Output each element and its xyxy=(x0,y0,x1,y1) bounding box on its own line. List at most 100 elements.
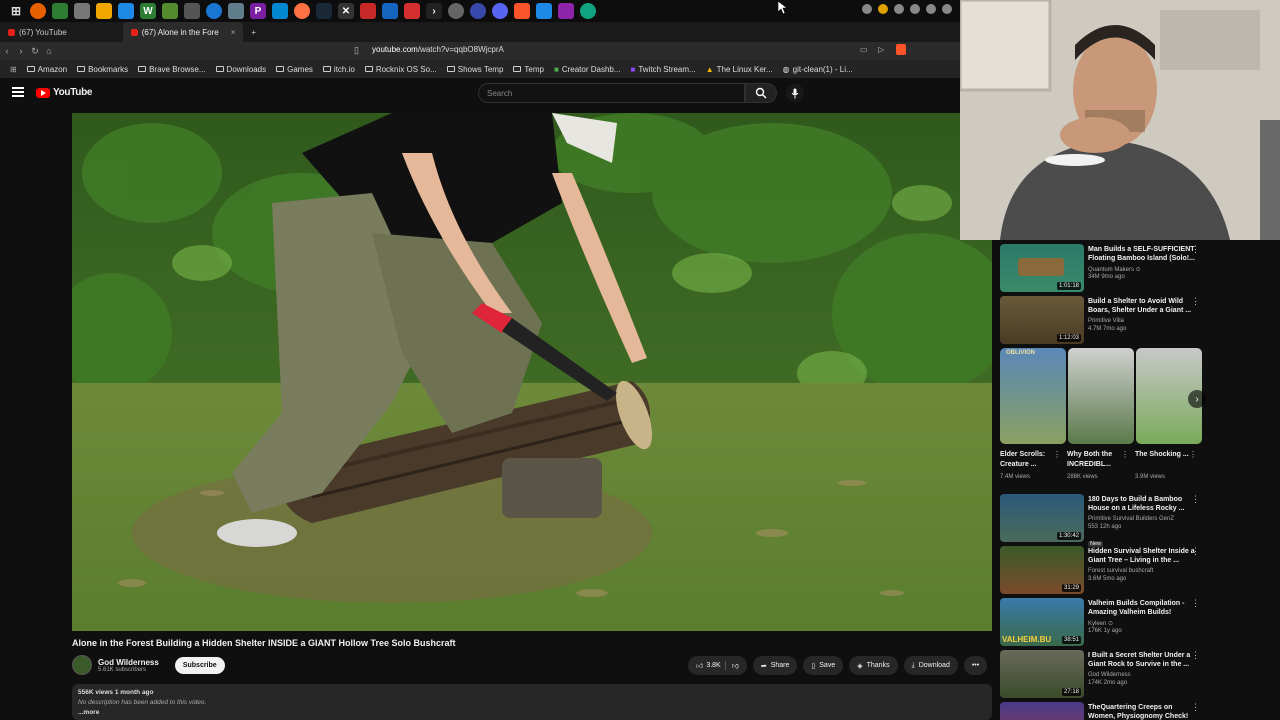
thumbnail[interactable] xyxy=(1000,702,1084,720)
tray-icon[interactable] xyxy=(910,4,920,14)
bookmark-downloads[interactable]: Downloads xyxy=(215,65,266,74)
thanks-button[interactable]: ◈ Thanks xyxy=(849,656,898,675)
dislike-button[interactable]: 👎︎ xyxy=(724,661,739,670)
tray-icon[interactable] xyxy=(926,4,936,14)
more-options-icon[interactable]: ⋮ xyxy=(1121,450,1129,459)
apps-icon[interactable]: ⊞ xyxy=(10,65,17,74)
brave-shield-icon[interactable] xyxy=(896,44,906,55)
tray-icon[interactable] xyxy=(942,4,952,14)
p-app-icon[interactable]: P xyxy=(250,3,266,19)
brave-icon[interactable] xyxy=(514,3,530,19)
more-options-icon[interactable]: ⋮ xyxy=(1189,450,1197,459)
storage-app-icon[interactable] xyxy=(74,3,90,19)
bookmark-games[interactable]: Games xyxy=(276,65,313,74)
recommendation-item[interactable]: 1:30:42 180 Days to Build a Bamboo House… xyxy=(1000,492,1210,547)
bookmark-brave[interactable]: Brave Browse... xyxy=(138,65,206,74)
thumbnail[interactable]: 31:29 xyxy=(1000,546,1084,594)
voice-search-button[interactable] xyxy=(786,84,804,102)
more-options-icon[interactable]: ⋮ xyxy=(1191,244,1200,255)
forward-icon[interactable]: › xyxy=(14,46,28,56)
more-options-icon[interactable]: ⋮ xyxy=(1191,546,1200,557)
cube-app-icon[interactable] xyxy=(162,3,178,19)
bookmark-shows-temp[interactable]: Shows Temp xyxy=(446,65,503,74)
bookmark-creator[interactable]: ■ Creator Dashb... xyxy=(554,65,621,74)
more-actions-button[interactable]: ••• xyxy=(963,656,988,675)
recommendation-item[interactable]: VALHEIM.BU 38:51 Valheim Builds Compilat… xyxy=(1000,596,1210,648)
steam-icon[interactable] xyxy=(316,3,332,19)
recommendation-item[interactable]: 31:29 Hidden Survival Shelter Inside a G… xyxy=(1000,544,1210,596)
recommendation-item[interactable]: 1:12:03 Build a Shelter to Avoid Wild Bo… xyxy=(1000,294,1210,346)
reload-icon[interactable]: ↻ xyxy=(28,46,42,57)
back-icon[interactable]: ‹ xyxy=(0,46,14,56)
more-options-icon[interactable]: ⋮ xyxy=(1191,598,1200,609)
vpn-app-icon[interactable] xyxy=(536,3,552,19)
youtube-logo[interactable]: YouTube xyxy=(36,87,93,98)
video-player[interactable] xyxy=(72,113,992,631)
bookmark-amazon[interactable]: Amazon xyxy=(26,65,67,74)
short-thumbnail[interactable]: OBLIVION xyxy=(1000,348,1066,444)
thumbnail[interactable]: 1:01:18 xyxy=(1000,244,1084,292)
tray-icon[interactable] xyxy=(894,4,904,14)
save-button[interactable]: ▯ Save xyxy=(803,656,844,675)
edge-app-icon[interactable] xyxy=(206,3,222,19)
more-options-icon[interactable]: ⋮ xyxy=(1191,650,1200,661)
orange-app-icon[interactable] xyxy=(294,3,310,19)
shelf-next-button[interactable]: › xyxy=(1188,390,1206,408)
channel-name[interactable]: God Wilderness xyxy=(98,658,159,667)
cast-icon[interactable]: ▭ xyxy=(860,45,868,54)
more-options-icon[interactable]: ⋮ xyxy=(1053,450,1061,459)
thumbnail[interactable]: 1:30:42 xyxy=(1000,494,1084,542)
download-button[interactable]: ⤓ Download xyxy=(903,656,958,675)
bookmark-linux[interactable]: ▲ The Linux Ker... xyxy=(706,65,773,74)
subscribe-button[interactable]: Subscribe xyxy=(174,656,225,674)
terminal-app-icon[interactable] xyxy=(184,3,200,19)
hamburger-menu-icon[interactable] xyxy=(12,87,24,97)
firefox-icon[interactable] xyxy=(30,3,46,19)
bookmark-git[interactable]: ◍ git-clean(1) - Li... xyxy=(783,65,853,74)
bookmark-temp[interactable]: Temp xyxy=(513,65,544,74)
thumbnail[interactable]: VALHEIM.BU 38:51 xyxy=(1000,598,1084,646)
url-field[interactable]: youtube.com/watch?v=qqbO8WjcprA xyxy=(372,45,504,54)
apps-grid-icon[interactable]: ⊞ xyxy=(8,3,24,19)
short-thumbnail[interactable] xyxy=(1068,348,1134,444)
brave-nightly-icon[interactable] xyxy=(558,3,574,19)
window-app-icon[interactable] xyxy=(118,3,134,19)
console-app-icon[interactable]: › xyxy=(426,3,442,19)
discord-icon[interactable] xyxy=(492,3,508,19)
image-app-icon[interactable] xyxy=(404,3,420,19)
recommendation-item[interactable]: TheQuartering Creeps on Women, Physiogno… xyxy=(1000,700,1210,720)
tray-icon[interactable] xyxy=(862,4,872,14)
draw-app-icon[interactable] xyxy=(382,3,398,19)
more-options-icon[interactable]: ⋮ xyxy=(1191,494,1200,505)
description-box[interactable]: 556K views 1 month ago No description ha… xyxy=(72,684,992,720)
blue-app-icon[interactable] xyxy=(272,3,288,19)
x-app-icon[interactable]: ✕ xyxy=(338,3,354,19)
files-app-icon[interactable] xyxy=(228,3,244,19)
thumbnail[interactable]: 27:18 xyxy=(1000,650,1084,698)
like-button[interactable]: 👍︎ 3.8K xyxy=(696,661,721,670)
show-more-link[interactable]: ...more xyxy=(78,708,986,718)
home-icon[interactable]: ⌂ xyxy=(42,46,56,56)
bookmark-itchio[interactable]: itch.io xyxy=(322,65,355,74)
shield-app-icon[interactable] xyxy=(52,3,68,19)
tab-active-video[interactable]: (67) Alone in the Fore × xyxy=(122,22,244,42)
settings-app-icon[interactable] xyxy=(448,3,464,19)
more-options-icon[interactable]: ⋮ xyxy=(1191,702,1200,713)
search-button[interactable] xyxy=(745,83,777,103)
more-options-icon[interactable]: ⋮ xyxy=(1191,296,1200,307)
bookmark-bookmarks[interactable]: Bookmarks xyxy=(77,65,128,74)
tray-icon[interactable] xyxy=(878,4,888,14)
bookmark-rocknix[interactable]: Rocknix OS So... xyxy=(364,65,437,74)
chatgpt-icon[interactable] xyxy=(580,3,596,19)
w-app-icon[interactable]: W xyxy=(140,3,156,19)
recommendation-item[interactable]: 1:01:18 Man Builds a SELF-SUFFICIENT Flo… xyxy=(1000,242,1210,294)
tab-youtube-home[interactable]: (67) YouTube xyxy=(0,22,75,42)
game-app-icon[interactable] xyxy=(96,3,112,19)
recommendation-item[interactable]: 27:18 I Built a Secret Shelter Under a G… xyxy=(1000,648,1210,700)
thumbnail[interactable]: 1:12:03 xyxy=(1000,296,1084,344)
bookmark-page-icon[interactable]: ▯ xyxy=(354,45,359,56)
new-tab-button[interactable]: + xyxy=(243,22,264,42)
channel-avatar[interactable] xyxy=(72,655,92,675)
share-page-icon[interactable]: ▷ xyxy=(878,45,884,54)
pen-app-icon[interactable] xyxy=(360,3,376,19)
